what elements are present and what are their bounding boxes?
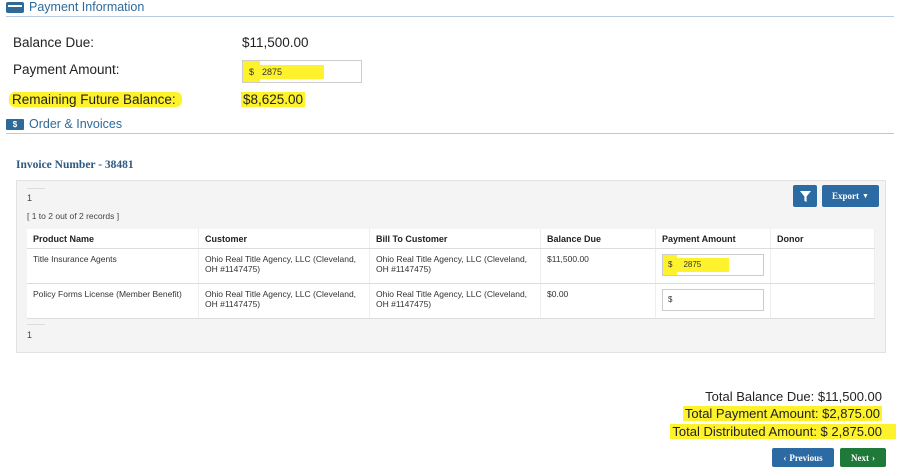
- row-customer: Ohio Real Title Agency, LLC (Cleveland, …: [198, 283, 370, 319]
- col-product-name[interactable]: Product Name: [27, 229, 199, 249]
- row-currency-symbol: $: [663, 255, 678, 275]
- next-button[interactable]: Next ›: [840, 448, 886, 467]
- balance-due-label: Balance Due:: [13, 35, 95, 50]
- previous-button[interactable]: ‹ Previous: [772, 448, 834, 467]
- row-bill-to: Ohio Real Title Agency, LLC (Cleveland, …: [369, 248, 541, 284]
- col-donor[interactable]: Donor: [770, 229, 875, 249]
- invoice-title: Invoice Number - 38481: [16, 159, 134, 171]
- next-label: Next: [851, 452, 869, 463]
- credit-card-icon: [6, 1, 24, 13]
- row-payment-input[interactable]: $: [662, 289, 764, 311]
- payment-amount-input[interactable]: $ 2875: [242, 60, 362, 83]
- payment-info-divider: [6, 16, 894, 17]
- row-product: Title Insurance Agents: [27, 248, 199, 284]
- pager-bottom: 1: [27, 321, 875, 349]
- chevron-left-icon: ‹: [783, 452, 787, 463]
- total-payment-amount: Total Payment Amount: $2,875.00: [682, 406, 882, 421]
- total-distributed-amount: Total Distributed Amount: $ 2,875.00: [670, 424, 896, 439]
- orders-divider: [6, 133, 894, 134]
- total-balance-due: Total Balance Due: $11,500.00: [705, 389, 882, 404]
- row-payment-cell: $ 2875: [655, 248, 771, 284]
- row-payment-cell: $: [655, 283, 771, 319]
- row-product: Policy Forms License (Member Benefit): [27, 283, 199, 319]
- row-donor: [770, 248, 875, 284]
- table-row: Title Insurance Agents Ohio Real Title A…: [27, 248, 875, 284]
- export-button[interactable]: Export ▼: [822, 185, 879, 207]
- currency-symbol: $: [243, 61, 261, 82]
- chevron-down-icon: ▼: [862, 192, 869, 200]
- orders-header: $ Order & Invoices: [6, 117, 122, 131]
- remaining-balance-label: Remaining Future Balance:: [9, 92, 182, 107]
- table-row: Policy Forms License (Member Benefit) Oh…: [27, 283, 875, 319]
- chevron-right-icon: ›: [872, 452, 875, 463]
- payment-info-title: Payment Information: [29, 0, 145, 14]
- pager-bottom-page[interactable]: 1: [27, 330, 32, 340]
- col-customer[interactable]: Customer: [198, 229, 370, 249]
- filter-icon: [799, 190, 811, 202]
- invoice-grid-panel: 1 [ 1 to 2 out of 2 records ] Export ▼ P…: [16, 180, 886, 353]
- pager-top-page[interactable]: 1: [27, 193, 32, 203]
- row-balance: $0.00: [540, 283, 656, 319]
- pager-bottom-line: [27, 324, 45, 325]
- table-header-row: Product Name Customer Bill To Customer B…: [27, 229, 875, 249]
- payment-amount-label: Payment Amount:: [13, 62, 120, 77]
- col-bill-to[interactable]: Bill To Customer: [369, 229, 541, 249]
- row-payment-input[interactable]: $ 2875: [662, 254, 764, 276]
- pager-top-line: [27, 188, 45, 189]
- invoice-table: Product Name Customer Bill To Customer B…: [27, 229, 875, 319]
- orders-title: Order & Invoices: [29, 117, 123, 131]
- col-balance-due[interactable]: Balance Due: [540, 229, 656, 249]
- export-label: Export: [832, 191, 860, 201]
- filter-button[interactable]: [793, 185, 817, 207]
- row-payment-value: 2875: [677, 258, 730, 272]
- row-bill-to: Ohio Real Title Agency, LLC (Cleveland, …: [369, 283, 541, 319]
- payment-amount-value: 2875: [260, 64, 325, 79]
- balance-due-value: $11,500.00: [242, 35, 309, 50]
- row-donor: [770, 283, 875, 319]
- row-currency-symbol: $: [668, 295, 673, 304]
- row-customer: Ohio Real Title Agency, LLC (Cleveland, …: [198, 248, 370, 284]
- remaining-balance-value: $8,625.00: [241, 92, 306, 107]
- cash-icon: $: [6, 118, 24, 130]
- previous-label: Previous: [789, 452, 823, 463]
- row-balance: $11,500.00: [540, 248, 656, 284]
- records-info: [ 1 to 2 out of 2 records ]: [27, 211, 120, 221]
- payment-info-header: Payment Information: [6, 0, 144, 14]
- col-payment-amount[interactable]: Payment Amount: [655, 229, 771, 249]
